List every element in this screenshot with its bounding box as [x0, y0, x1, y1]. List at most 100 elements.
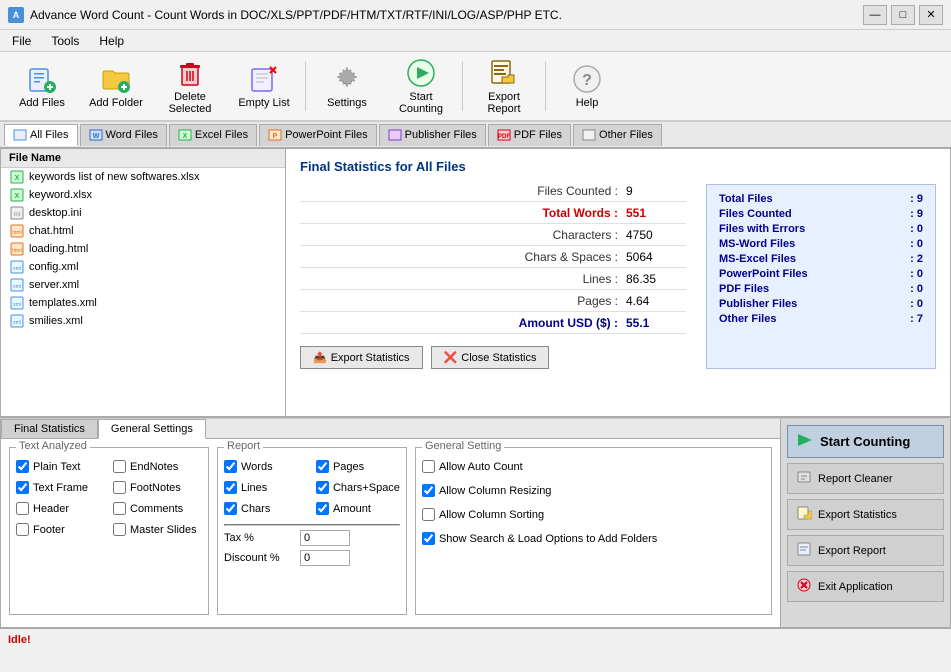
checkbox-search-load: Show Search & Load Options to Add Folder…: [422, 532, 765, 545]
file-tabs-bar: All Files W Word Files X Excel Files P P…: [0, 122, 951, 148]
column-sorting-label: Allow Column Sorting: [439, 509, 544, 521]
close-statistics-button[interactable]: ❌ Close Statistics: [431, 346, 550, 369]
tab-all-files[interactable]: All Files: [4, 124, 78, 146]
checkbox-text-frame: Text Frame: [16, 481, 105, 494]
maximize-button[interactable]: □: [891, 5, 915, 25]
comments-checkbox[interactable]: [113, 502, 126, 515]
help-button[interactable]: ? Help: [551, 56, 623, 116]
file-list-pane: File Name X keywords list of new softwar…: [1, 149, 286, 417]
tab-final-statistics[interactable]: Final Statistics: [1, 419, 98, 438]
empty-list-button[interactable]: Empty List: [228, 56, 300, 116]
toolbar: Add Files Add Folder Delete Selected Emp…: [0, 52, 951, 122]
export-statistics-button[interactable]: 📤 Export Statistics: [300, 346, 423, 369]
footnotes-checkbox[interactable]: [113, 481, 126, 494]
stat-right-value-files-errors: : 0: [910, 223, 923, 235]
file-item[interactable]: html loading.html: [1, 240, 285, 258]
stat-right-files-counted: Files Counted : 9: [719, 208, 923, 220]
empty-list-icon: [248, 63, 280, 95]
header-checkbox[interactable]: [16, 502, 29, 515]
chars-space-checkbox[interactable]: [316, 481, 329, 494]
delete-selected-button[interactable]: Delete Selected: [154, 56, 226, 116]
file-item[interactable]: html chat.html: [1, 222, 285, 240]
file-item[interactable]: xml server.xml: [1, 276, 285, 294]
start-counting-right-button[interactable]: Start Counting: [787, 425, 944, 458]
stat-right-publisher: Publisher Files : 0: [719, 298, 923, 310]
file-html-icon: html: [9, 224, 25, 238]
stat-value-total-words: 551: [626, 206, 686, 220]
tab-publisher-files-label: Publisher Files: [405, 129, 477, 141]
discount-input[interactable]: [300, 550, 350, 566]
tab-other-files[interactable]: Other Files: [573, 124, 662, 146]
checkbox-chars: Chars: [224, 502, 308, 515]
export-report-button[interactable]: Export Report: [468, 56, 540, 116]
report-cleaner-button[interactable]: Report Cleaner: [787, 463, 944, 494]
add-files-icon: [26, 63, 58, 95]
close-button[interactable]: ✕: [919, 5, 943, 25]
exit-application-button[interactable]: Exit Application: [787, 571, 944, 602]
endnotes-checkbox[interactable]: [113, 460, 126, 473]
lines-checkbox[interactable]: [224, 481, 237, 494]
stat-label-amount: Amount USD ($) :: [300, 316, 626, 330]
tab-publisher-files[interactable]: Publisher Files: [379, 124, 486, 146]
file-item[interactable]: xml templates.xml: [1, 294, 285, 312]
general-setting-group: General Setting Allow Auto Count Allow C…: [415, 447, 772, 615]
column-sorting-checkbox[interactable]: [422, 508, 435, 521]
export-report-right-icon: [796, 541, 812, 560]
stat-right-label-pdf: PDF Files: [719, 283, 769, 295]
file-list-header: File Name: [1, 149, 285, 168]
toolbar-separator-2: [462, 61, 463, 111]
file-name: templates.xml: [29, 297, 97, 309]
file-name: server.xml: [29, 279, 79, 291]
stats-buttons: 📤 Export Statistics ❌ Close Statistics: [300, 346, 686, 369]
export-statistics-right-button[interactable]: Export Statistics: [787, 499, 944, 530]
start-counting-button[interactable]: Start Counting: [385, 56, 457, 116]
tab-pdf-files[interactable]: PDF PDF Files: [488, 124, 571, 146]
search-load-checkbox[interactable]: [422, 532, 435, 545]
stat-value-pages: 4.64: [626, 294, 686, 308]
svg-text:html: html: [12, 248, 21, 254]
menu-file[interactable]: File: [8, 33, 35, 49]
tab-all-files-label: All Files: [30, 129, 69, 141]
file-xml-icon: xml: [9, 278, 25, 292]
words-checkbox[interactable]: [224, 460, 237, 473]
stat-row-pages: Pages : 4.64: [300, 294, 686, 312]
tab-general-settings[interactable]: General Settings: [98, 419, 206, 439]
auto-count-checkbox[interactable]: [422, 460, 435, 473]
svg-text:xml: xml: [13, 284, 21, 290]
pub-tab-icon: [388, 129, 402, 141]
text-analyzed-group: Text Analyzed Plain Text EndNotes Text F…: [9, 447, 209, 615]
tax-input[interactable]: [300, 530, 350, 546]
settings-button[interactable]: Settings: [311, 56, 383, 116]
tab-word-files-label: Word Files: [106, 129, 158, 141]
plain-text-checkbox[interactable]: [16, 460, 29, 473]
stat-row-files-counted: Files Counted : 9: [300, 184, 686, 202]
file-item[interactable]: xml config.xml: [1, 258, 285, 276]
stat-right-value-ms-word: : 0: [910, 238, 923, 250]
stat-label-characters: Characters :: [300, 228, 626, 242]
chars-checkbox[interactable]: [224, 502, 237, 515]
stat-right-label-ms-excel: MS-Excel Files: [719, 253, 796, 265]
tab-excel-files[interactable]: X Excel Files: [169, 124, 257, 146]
column-resizing-checkbox[interactable]: [422, 484, 435, 497]
file-item[interactable]: xml smilies.xml: [1, 312, 285, 330]
export-report-right-button[interactable]: Export Report: [787, 535, 944, 566]
file-item[interactable]: X keyword.xlsx: [1, 186, 285, 204]
add-files-button[interactable]: Add Files: [6, 56, 78, 116]
tab-word-files[interactable]: W Word Files: [80, 124, 167, 146]
checkbox-endnotes: EndNotes: [113, 460, 202, 473]
master-slides-checkbox[interactable]: [113, 523, 126, 536]
amount-checkbox[interactable]: [316, 502, 329, 515]
column-resizing-label: Allow Column Resizing: [439, 485, 552, 497]
menu-tools[interactable]: Tools: [47, 33, 83, 49]
file-item[interactable]: ini desktop.ini: [1, 204, 285, 222]
menu-help[interactable]: Help: [95, 33, 128, 49]
tab-powerpoint-files[interactable]: P PowerPoint Files: [259, 124, 377, 146]
minimize-button[interactable]: —: [863, 5, 887, 25]
checkbox-lines: Lines: [224, 481, 308, 494]
stat-value-characters: 4750: [626, 228, 686, 242]
file-item[interactable]: X keywords list of new softwares.xlsx: [1, 168, 285, 186]
add-folder-button[interactable]: Add Folder: [80, 56, 152, 116]
text-frame-checkbox[interactable]: [16, 481, 29, 494]
footer-checkbox[interactable]: [16, 523, 29, 536]
pages-checkbox[interactable]: [316, 460, 329, 473]
